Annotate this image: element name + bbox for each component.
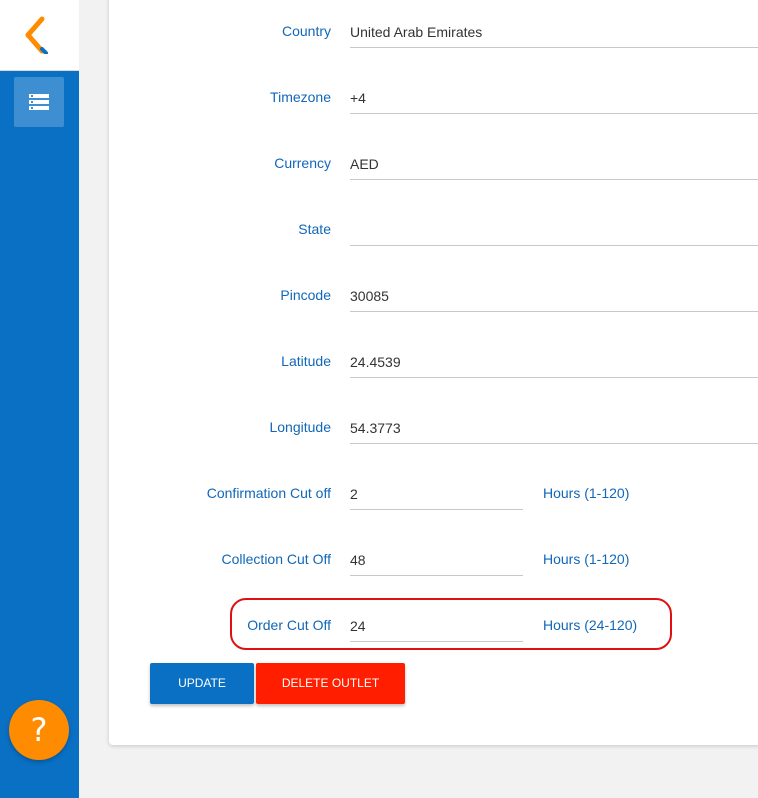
timezone-underline: [350, 113, 758, 114]
menu-button[interactable]: [14, 77, 64, 127]
collection-cutoff-field[interactable]: 48: [350, 552, 366, 570]
collection-cutoff-label: Collection Cut Off: [221, 551, 331, 567]
longitude-field[interactable]: 54.3773: [350, 420, 401, 438]
pincode-label: Pincode: [280, 287, 331, 303]
confirmation-cutoff-field[interactable]: 2: [350, 486, 358, 504]
logo-box[interactable]: [0, 0, 79, 71]
confirmation-cutoff-unit: Hours (1-120): [543, 485, 630, 501]
sidebar: ?: [0, 0, 79, 798]
longitude-underline: [350, 443, 758, 444]
help-button[interactable]: ?: [9, 700, 69, 760]
timezone-field[interactable]: +4: [350, 90, 366, 108]
country-label: Country: [281, 23, 331, 39]
collection-cutoff-unit: Hours (1-120): [543, 551, 630, 567]
latitude-underline: [350, 377, 758, 378]
delete-outlet-button[interactable]: DELETE OUTLET: [256, 663, 405, 704]
state-underline: [350, 245, 758, 246]
timezone-label: Timezone: [270, 89, 331, 105]
country-field[interactable]: United Arab Emirates: [350, 24, 482, 42]
pincode-underline: [350, 311, 758, 312]
state-label: State: [298, 221, 331, 237]
latitude-field[interactable]: 24.4539: [350, 354, 401, 372]
longitude-label: Longitude: [269, 419, 331, 435]
confirmation-cutoff-underline: [350, 509, 523, 510]
pincode-field[interactable]: 30085: [350, 288, 389, 306]
country-underline: [350, 47, 758, 48]
latitude-label: Latitude: [281, 353, 331, 369]
currency-label: Currency: [274, 155, 331, 171]
collection-cutoff-underline: [350, 575, 523, 576]
update-button[interactable]: UPDATE: [150, 663, 254, 704]
confirmation-cutoff-label: Confirmation Cut off: [206, 485, 331, 501]
currency-field[interactable]: AED: [350, 156, 379, 174]
currency-underline: [350, 179, 758, 180]
order-cutoff-highlight: [230, 598, 672, 650]
